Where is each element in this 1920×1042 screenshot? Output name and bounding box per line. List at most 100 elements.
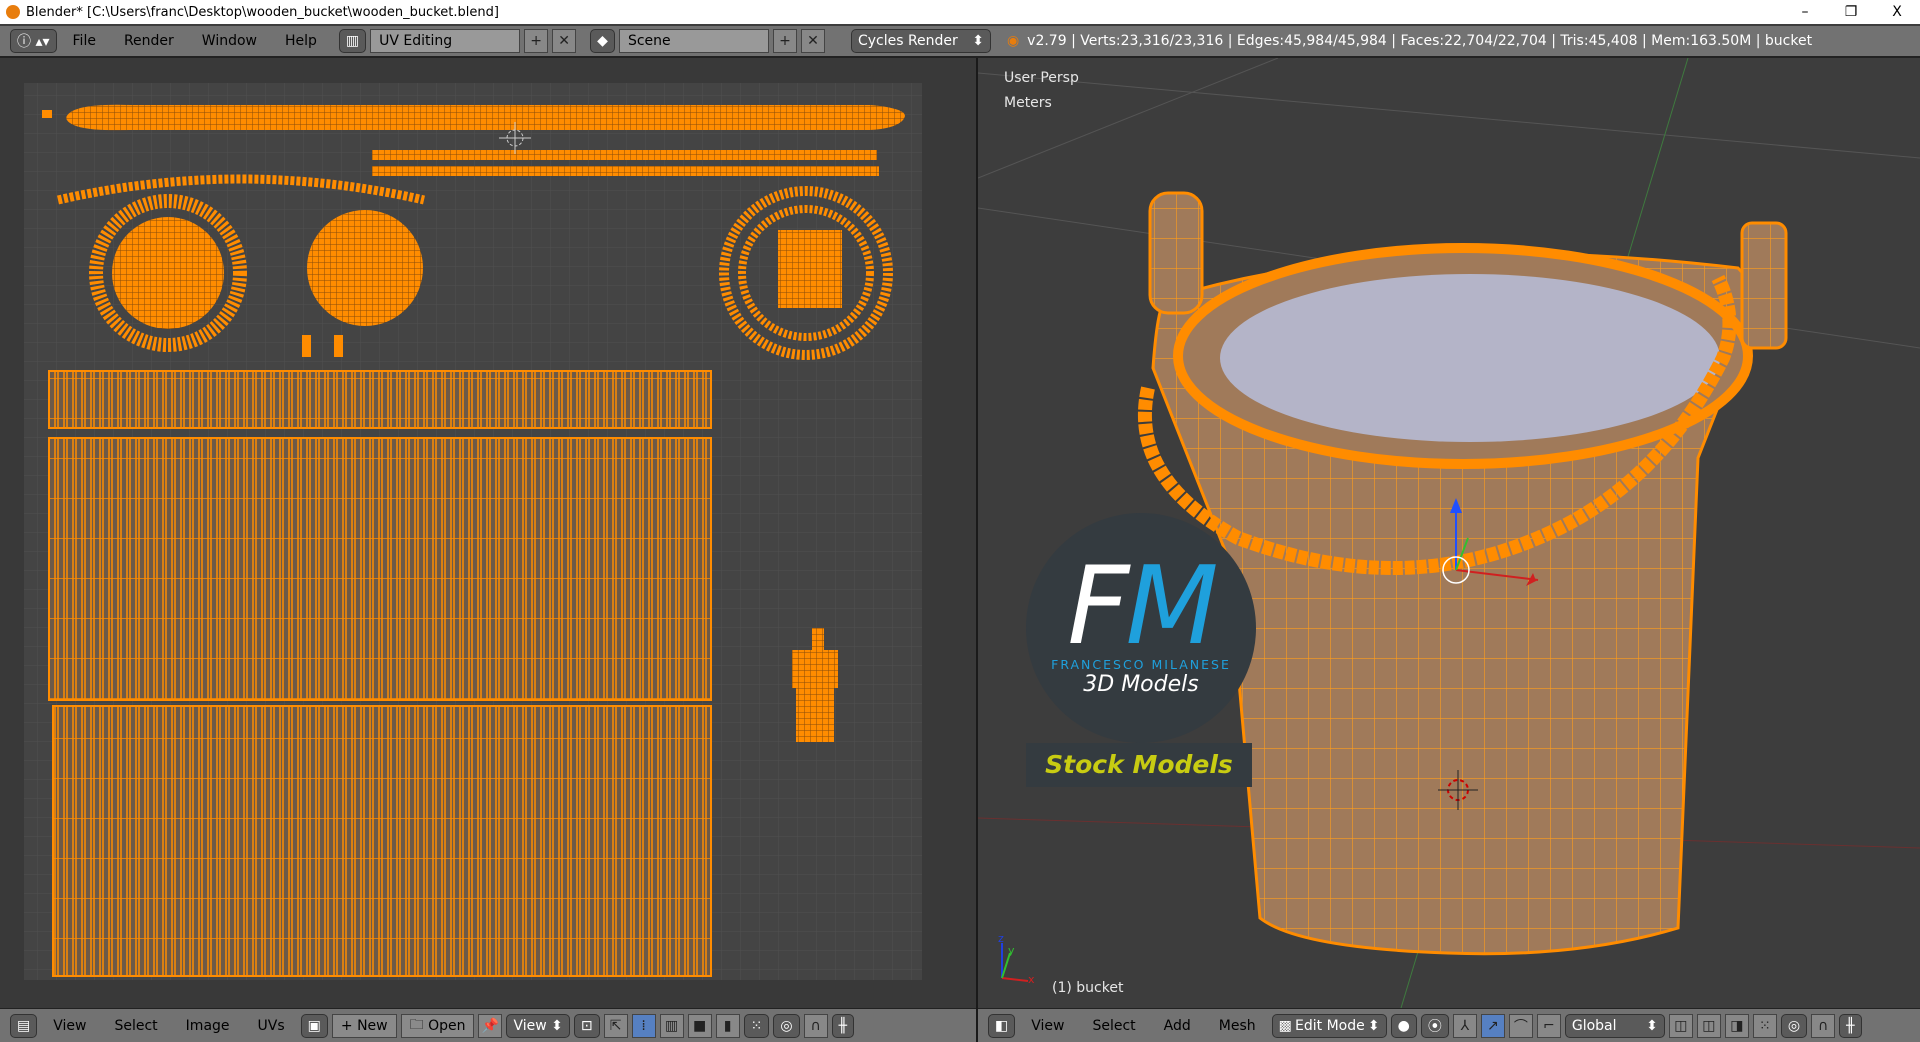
menu-file[interactable]: File: [61, 33, 108, 49]
face-icon: ◨: [1730, 1017, 1744, 1034]
vp-menu-select[interactable]: Select: [1080, 1018, 1147, 1034]
island-select-button[interactable]: ▮: [715, 1013, 740, 1038]
uv-island-handle: [66, 104, 905, 131]
scene-name-field[interactable]: Scene: [618, 29, 769, 53]
pin-button[interactable]: 📌: [478, 1013, 503, 1038]
editor-type-info-button[interactable]: ⓘ ▴▾: [10, 29, 57, 53]
arrow-icon: ↗: [1486, 1017, 1499, 1034]
proportional-edit-dropdown[interactable]: ◎: [773, 1013, 800, 1038]
face-icon: ■: [693, 1017, 707, 1034]
edge-select-button[interactable]: ▥: [659, 1013, 684, 1038]
view-mode-dropdown[interactable]: View ⬍: [506, 1013, 570, 1038]
pin-icon: 📌: [481, 1017, 500, 1034]
sync-icon: ⇱: [609, 1017, 622, 1034]
vp-menu-add[interactable]: Add: [1152, 1018, 1203, 1034]
editor-type-button[interactable]: ◧: [988, 1013, 1016, 1038]
open-label: Open: [428, 1017, 466, 1034]
snap-element-dropdown[interactable]: ╫: [831, 1013, 855, 1038]
sticky-select-dropdown[interactable]: ⁙: [743, 1013, 770, 1038]
render-engine-dropdown[interactable]: Cycles Render ⬍: [850, 29, 991, 53]
edit-mode-icon: ▩: [1278, 1017, 1292, 1034]
edge-select-button[interactable]: ◫: [1696, 1013, 1721, 1038]
vertex-select-button[interactable]: ⁞: [631, 1013, 656, 1038]
uv-editor[interactable]: [0, 58, 976, 1008]
minimize-button[interactable]: –: [1782, 0, 1828, 24]
folder-icon: 🗀: [409, 1016, 429, 1033]
vp-menu-view[interactable]: View: [1019, 1018, 1076, 1034]
menu-window[interactable]: Window: [190, 33, 269, 49]
remove-layout-button[interactable]: ✕: [552, 29, 577, 53]
uv-island-grid: [778, 230, 842, 308]
translate-manipulator[interactable]: ↗: [1480, 1013, 1505, 1038]
uv-canvas[interactable]: [0, 58, 976, 1008]
mode-value: Edit Mode: [1295, 1017, 1365, 1034]
3d-viewport[interactable]: z y x User Persp Meters (1) bucket FM FR…: [978, 58, 1920, 1008]
face-select-button[interactable]: ◨: [1724, 1013, 1749, 1038]
info-icon: ⓘ ▴▾: [17, 34, 50, 50]
uv-island-small: [334, 335, 343, 357]
open-image-button[interactable]: 🗀 Open: [400, 1013, 475, 1038]
info-header: ⓘ ▴▾ File Render Window Help ▥ UV Editin…: [0, 26, 1920, 58]
close-button[interactable]: X: [1874, 0, 1920, 24]
render-engine-value: Cycles Render: [857, 33, 958, 49]
maximize-button[interactable]: ❐: [1828, 0, 1874, 24]
face-select-button[interactable]: ■: [687, 1013, 712, 1038]
uv-island-staves: [48, 437, 712, 701]
chevron-updown-icon: ⬍: [972, 33, 984, 49]
new-image-button[interactable]: + New: [331, 1013, 397, 1038]
scene-selector[interactable]: ◆: [590, 29, 615, 53]
snap-increment-icon: ╫: [1846, 1017, 1855, 1034]
remove-scene-button[interactable]: ✕: [800, 29, 825, 53]
vp-menu-mesh[interactable]: Mesh: [1207, 1018, 1268, 1034]
bucket-handle-post: [1740, 221, 1788, 350]
menu-help[interactable]: Help: [273, 33, 329, 49]
snap-increment-icon: ╫: [838, 1017, 848, 1034]
vertex-select-button[interactable]: ◫: [1668, 1013, 1693, 1038]
occlude-icon: ⁙: [1758, 1017, 1771, 1034]
uv-menu-view[interactable]: View: [41, 1018, 98, 1034]
magnet-icon: ∩: [810, 1017, 821, 1034]
island-icon: ▮: [723, 1017, 732, 1034]
pivot-icon: ⦿: [1427, 1018, 1442, 1035]
viewport-header: ◧ View Select Add Mesh ▩ Edit Mode ⬍ ● ⦿ ⅄…: [978, 1008, 1920, 1042]
proportional-edit-dropdown[interactable]: ◎: [1780, 1013, 1808, 1038]
rotate-icon: ⌒: [1513, 1018, 1528, 1035]
uv-island-small: [302, 335, 311, 357]
orientation-dropdown[interactable]: Global ⬍: [1564, 1013, 1665, 1038]
uv-island-disk: [307, 210, 423, 326]
layout-selector[interactable]: ▥: [338, 29, 367, 53]
shading-dropdown[interactable]: ●: [1390, 1013, 1417, 1038]
rotate-manipulator[interactable]: ⌒: [1508, 1013, 1533, 1038]
uv-menu-select[interactable]: Select: [102, 1018, 169, 1034]
uv-menu-uvs[interactable]: UVs: [246, 1018, 297, 1034]
mode-dropdown[interactable]: ▩ Edit Mode ⬍: [1271, 1013, 1387, 1038]
snap-toggle[interactable]: ∩: [803, 1013, 828, 1038]
logo-subtitle: 3D Models: [1083, 672, 1199, 697]
add-scene-button[interactable]: +: [772, 29, 797, 53]
occlude-geometry-button[interactable]: ⁙: [1752, 1013, 1777, 1038]
proportional-icon: ◎: [780, 1017, 793, 1034]
bucket-interior: [1220, 274, 1720, 442]
image-browse-button[interactable]: ▣: [300, 1013, 328, 1038]
editor-type-button[interactable]: ▤: [10, 1013, 38, 1038]
snap-element-dropdown[interactable]: ╫: [1839, 1013, 1862, 1038]
uv-island-strip: [372, 150, 877, 160]
pivot-icon: ⊡: [580, 1017, 593, 1034]
snap-toggle[interactable]: ∩: [1811, 1013, 1836, 1038]
uv-island-disk: [112, 217, 224, 329]
pivot-dropdown[interactable]: ⊡: [573, 1013, 600, 1038]
image-editor-icon: ▤: [17, 1017, 31, 1034]
solid-shading-icon: ●: [1397, 1017, 1410, 1034]
blender-logo-icon: [6, 5, 20, 19]
layout-icon: ▥: [345, 33, 360, 49]
sync-selection-button[interactable]: ⇱: [603, 1013, 628, 1038]
chevron-updown-icon: ⬍: [1367, 1017, 1380, 1034]
scale-manipulator[interactable]: ⌐: [1536, 1013, 1561, 1038]
vertex-icon: ◫: [1674, 1017, 1688, 1034]
pivot-dropdown[interactable]: ⦿: [1420, 1013, 1449, 1038]
manipulator-toggle[interactable]: ⅄: [1452, 1013, 1477, 1038]
uv-menu-image[interactable]: Image: [174, 1018, 242, 1034]
layout-name-field[interactable]: UV Editing: [370, 29, 521, 53]
add-layout-button[interactable]: +: [524, 29, 549, 53]
menu-render[interactable]: Render: [112, 33, 186, 49]
